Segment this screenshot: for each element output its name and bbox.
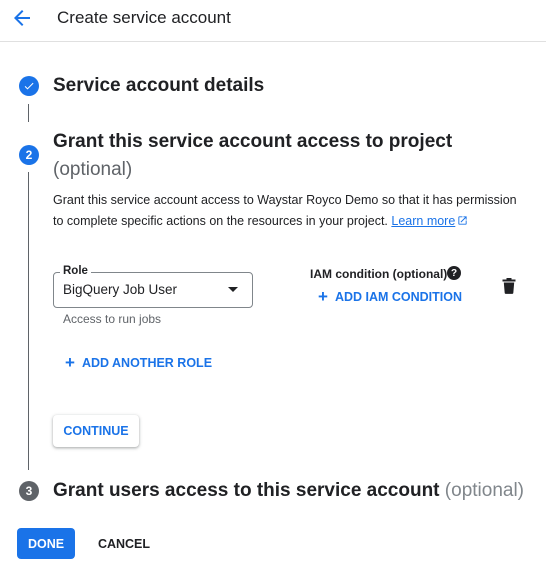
step3-number: 3 [19, 481, 39, 501]
step3-title[interactable]: Grant users access to this service accou… [53, 479, 524, 503]
role-select-value: BigQuery Job User [63, 282, 178, 297]
plus-icon: + [65, 353, 75, 372]
external-link-icon [457, 212, 468, 225]
done-button[interactable]: DONE [17, 528, 75, 559]
iam-condition-label: IAM condition (optional) [310, 267, 448, 281]
learn-more-link[interactable]: Learn more [391, 214, 468, 228]
continue-button[interactable]: CONTINUE [53, 415, 139, 447]
stepper-connector [28, 104, 29, 122]
step2-number: 2 [19, 145, 39, 165]
delete-role-trash-icon[interactable] [502, 278, 516, 294]
stepper-connector [28, 172, 29, 470]
role-field-label: Role [60, 264, 91, 278]
back-arrow-icon[interactable] [10, 6, 34, 30]
cancel-button[interactable]: CANCEL [88, 528, 160, 559]
add-another-role-label: ADD ANOTHER ROLE [81, 356, 213, 370]
step1-check-icon [19, 76, 39, 96]
add-iam-condition-label: ADD IAM CONDITION [334, 290, 463, 304]
add-another-role-button[interactable]: + ADD ANOTHER ROLE [65, 354, 212, 372]
step3-optional-label: (optional) [444, 480, 525, 501]
role-hint: Access to run jobs [63, 312, 162, 326]
add-iam-condition-button[interactable]: + ADD IAM CONDITION [318, 288, 462, 306]
step3-title-text: Grant users access to this service accou… [53, 480, 440, 501]
step2-description: Grant this service account access to Way… [53, 190, 523, 232]
dropdown-arrow-icon [228, 287, 238, 292]
help-icon[interactable]: ? [447, 266, 461, 280]
page-title: Create service account [57, 8, 231, 27]
step2-optional-label: (optional) [53, 159, 133, 180]
step1-title[interactable]: Service account details [53, 74, 264, 98]
step2-title: Grant this service account access to pro… [53, 131, 453, 152]
plus-icon: + [318, 287, 328, 306]
